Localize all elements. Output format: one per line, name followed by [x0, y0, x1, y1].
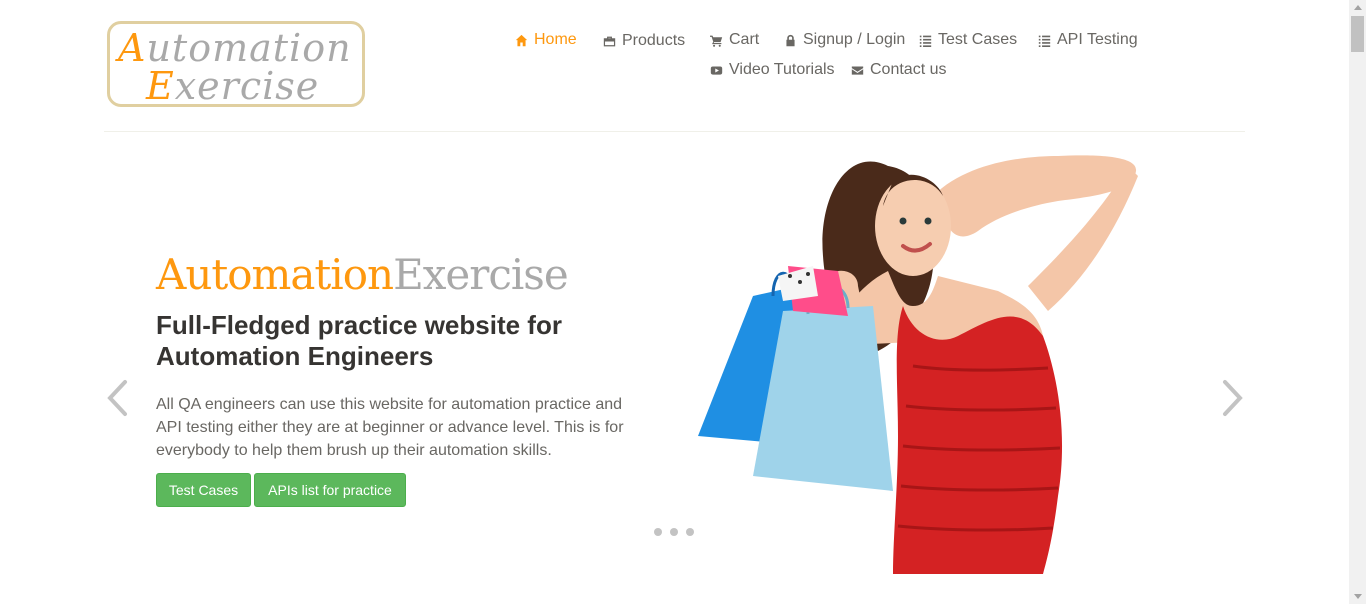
youtube-icon	[709, 63, 723, 77]
slider-next-arrow[interactable]	[1220, 378, 1246, 418]
nav-signup-login-label: Signup / Login	[803, 31, 906, 48]
slider-prev-arrow[interactable]	[104, 378, 130, 418]
lock-icon	[783, 33, 797, 47]
nav-home[interactable]: Home	[514, 31, 577, 49]
nav-test-cases[interactable]: Test Cases	[918, 31, 1017, 49]
apis-list-button[interactable]: APIs list for practice	[254, 473, 406, 507]
scroll-down-arrow-icon[interactable]	[1354, 594, 1362, 599]
test-cases-button[interactable]: Test Cases	[156, 473, 251, 507]
cart-icon	[709, 33, 723, 47]
nav-contact-us-label: Contact us	[870, 61, 947, 78]
nav-test-cases-label: Test Cases	[938, 31, 1018, 48]
nav-video-tutorials-label: Video Tutorials	[729, 61, 835, 78]
envelope-icon	[850, 63, 864, 77]
nav-home-label: Home	[534, 31, 577, 48]
page-scrollbar[interactable]	[1349, 0, 1366, 604]
nav-products-label: Products	[622, 32, 686, 49]
list-icon	[918, 33, 932, 47]
nav-cart[interactable]: Cart	[709, 31, 759, 49]
nav-api-testing-label: API Testing	[1057, 31, 1138, 48]
nav-contact-us[interactable]: Contact us	[850, 61, 946, 79]
scrollbar-thumb[interactable]	[1351, 16, 1364, 52]
slide-headline: Full-Fledged practice website for Automa…	[156, 310, 562, 371]
slider-dot-2[interactable]	[670, 528, 678, 536]
chevron-right-icon	[1223, 380, 1243, 416]
chevron-left-icon	[107, 380, 127, 416]
slide-description: All QA engineers can use this website fo…	[156, 396, 624, 459]
nav-signup-login[interactable]: Signup / Login	[783, 31, 905, 49]
home-icon	[514, 33, 528, 47]
list-icon	[1037, 33, 1051, 47]
nav-api-testing[interactable]: API Testing	[1037, 31, 1138, 49]
site-logo[interactable]: Automation Exercise	[107, 21, 365, 108]
nav-products[interactable]: Products	[602, 32, 685, 50]
nav-cart-label: Cart	[729, 31, 760, 48]
nav-video-tutorials[interactable]: Video Tutorials	[709, 61, 835, 79]
products-icon	[602, 34, 616, 48]
logo-line-2: Exercise	[146, 64, 320, 108]
hero-girl-image	[698, 155, 1138, 574]
slider-dot-3[interactable]	[686, 528, 694, 536]
slider-indicators	[654, 528, 694, 536]
slide-brand-title: AutomationExercise	[156, 250, 569, 299]
scroll-up-arrow-icon[interactable]	[1354, 5, 1362, 10]
slider-dot-1[interactable]	[654, 528, 662, 536]
header-divider	[104, 131, 1245, 132]
